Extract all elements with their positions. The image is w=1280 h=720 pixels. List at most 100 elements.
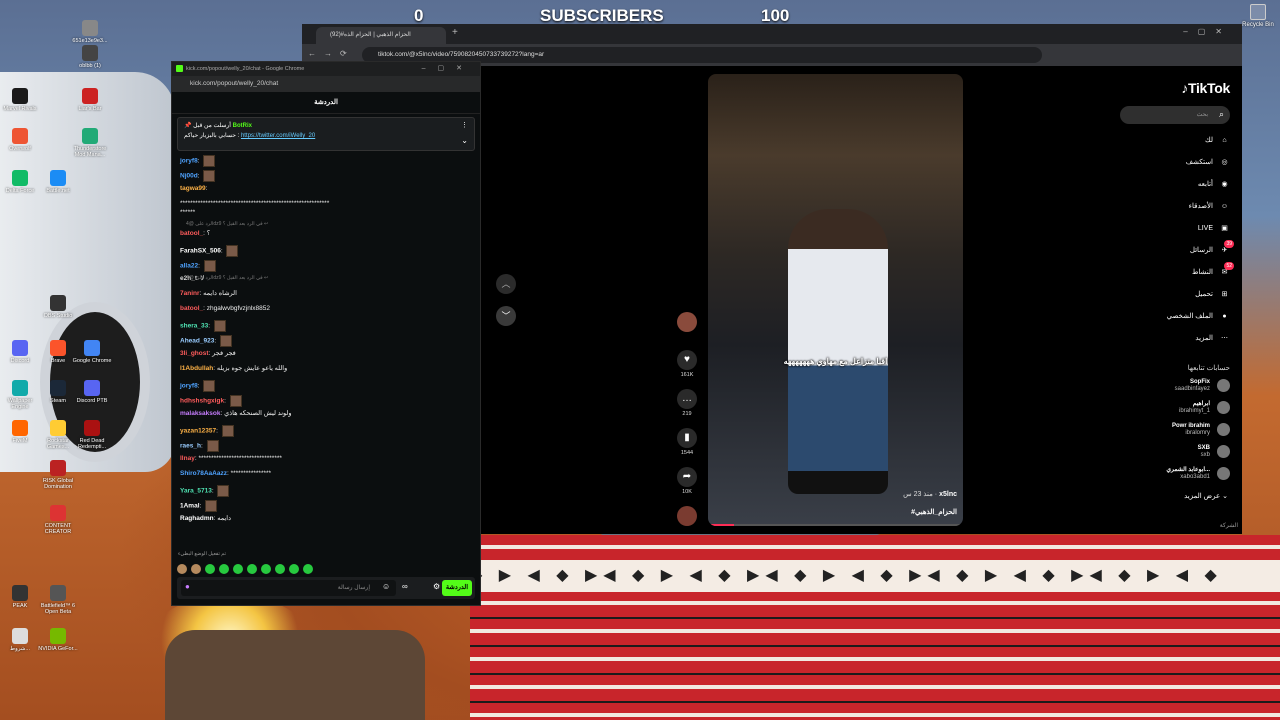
send-chat-button[interactable]: الدردشة	[442, 580, 472, 596]
search-icon[interactable]: ⌕	[1219, 109, 1224, 120]
desktop-icon[interactable]: Marvel Rivals	[0, 88, 40, 112]
sidebar-item[interactable]: الرسائل ✈ 39	[1190, 240, 1234, 258]
emote-icon[interactable]	[275, 564, 285, 574]
chat-username[interactable]: hdhshshgxigk	[180, 398, 224, 405]
browser-tab[interactable]: الحزام الذهبي | الحزام الذه#(92)	[316, 27, 446, 44]
desktop-icon[interactable]: Red Dead Redempti...	[72, 420, 112, 450]
chat-username[interactable]: 7aninr	[180, 290, 200, 297]
author-avatar-button[interactable]	[676, 312, 698, 334]
window-controls-icon[interactable]: –▢✕	[422, 64, 474, 72]
share-button[interactable]: ➦ 10K	[676, 467, 698, 495]
chat-username[interactable]: Nj00d	[180, 173, 198, 180]
desktop-icon[interactable]: Overwolf	[0, 128, 40, 152]
sidebar-item[interactable]: لك ⌂	[1205, 134, 1230, 148]
chat-username[interactable]: yazan12357	[180, 428, 216, 435]
sidebar-item[interactable]: أتابعه ◉	[1198, 178, 1230, 192]
previous-video-button[interactable]: ︿	[496, 274, 516, 294]
desktop-icon[interactable]: Liar's Bar	[70, 88, 110, 112]
new-tab-icon[interactable]: +	[452, 27, 458, 38]
desktop-icon[interactable]: Google Chrome	[72, 340, 112, 364]
desktop-icon[interactable]: Wallpaper Engine	[0, 380, 40, 410]
chat-username[interactable]: 3li_ghost	[180, 350, 209, 357]
mic-icon[interactable]: ●	[185, 582, 190, 591]
following-item[interactable]: SXB sxb	[1198, 445, 1230, 459]
desktop-icon[interactable]: Delta Force	[0, 170, 40, 194]
chat-input[interactable]: إرسال رسالة	[181, 580, 396, 596]
following-item[interactable]: Powr ibrahim ibralomry	[1172, 423, 1230, 437]
emote-icon[interactable]	[247, 564, 257, 574]
desktop-icon[interactable]: PEAK	[0, 585, 40, 609]
chat-username[interactable]: batool_	[180, 305, 203, 312]
emote-icon[interactable]	[233, 564, 243, 574]
search-input[interactable]: بحث	[1120, 106, 1230, 124]
pinned-link[interactable]: https://twitter.com/iWelly_20	[241, 133, 315, 139]
video-progress-bar[interactable]	[708, 524, 963, 526]
like-button[interactable]: ♥ 161K	[676, 350, 698, 378]
video-author[interactable]: منذ 23 س · x5lnc	[903, 490, 957, 498]
desktop-icon[interactable]: Discord PTB	[72, 380, 112, 404]
chat-username[interactable]: joryf8	[180, 158, 198, 165]
next-video-button[interactable]: ﹀	[496, 306, 516, 326]
nav-arrows-icon[interactable]: ←→⟳	[308, 49, 355, 58]
chat-username[interactable]: shera_33	[180, 323, 208, 330]
chat-username[interactable]: joryf8	[180, 383, 198, 390]
chat-url-bar[interactable]: kick.com/popout/welly_20/chat	[172, 76, 480, 92]
more-options-icon[interactable]: ⋮	[461, 121, 468, 129]
emote-icon[interactable]	[205, 564, 215, 574]
emote-icon[interactable]	[219, 564, 229, 574]
desktop-icon[interactable]: شروط...	[0, 628, 40, 652]
chevron-down-icon[interactable]: ⌄	[461, 136, 468, 145]
chat-username[interactable]: llnay	[180, 455, 195, 462]
settings-gear-icon[interactable]: ⚙	[433, 582, 440, 591]
video-hashtag[interactable]: #الحزام_الذهبي	[911, 508, 957, 516]
sidebar-item[interactable]: تحميل ⊞	[1195, 288, 1230, 302]
chat-username[interactable]: raes_h	[180, 443, 201, 450]
emote-icon[interactable]	[303, 564, 313, 574]
emoji-icon[interactable]: ☺	[382, 582, 390, 591]
chat-username[interactable]: batool_	[180, 230, 203, 237]
following-item[interactable]: ابوعابد الشمري... xabo3abd1	[1166, 467, 1230, 481]
following-item[interactable]: SopFix saadbinfayez	[1175, 379, 1230, 393]
video-player[interactable]: اقبا متزاعل مع مهاوي هههههههه منذ 23 س ·…	[708, 74, 963, 526]
chat-username[interactable]: Ahead_923	[180, 338, 214, 345]
chat-username[interactable]: Yara_5713	[180, 488, 212, 495]
following-item[interactable]: ابراهيم ibrahimyt_1	[1179, 401, 1230, 415]
desktop-icon[interactable]: oblbb (1)	[70, 45, 110, 69]
desktop-icon-recycle-bin[interactable]: Recycle Bin	[1240, 4, 1276, 28]
emote-icon[interactable]	[289, 564, 299, 574]
sidebar-item[interactable]: الملف الشخصي ●	[1167, 310, 1230, 324]
desktop-icon[interactable]: NVIDIA GeFor...	[38, 628, 78, 652]
chat-username[interactable]: malaksaksok	[180, 410, 220, 417]
sidebar-item[interactable]: الأصدقاء ☺	[1189, 200, 1230, 214]
sidebar-item[interactable]: النشاط ✉ 52	[1192, 262, 1234, 280]
chat-username[interactable]: Raghadmn	[180, 515, 214, 522]
sidebar-item[interactable]: استكشف ◎	[1186, 156, 1230, 170]
save-button[interactable]: ▮ 1544	[676, 428, 698, 456]
chat-username[interactable]: alla22	[180, 263, 198, 270]
desktop-icon[interactable]: Discord	[0, 340, 40, 364]
desktop-icon[interactable]: OBS Studio	[38, 295, 78, 319]
mod-tools-icon[interactable]: ∞	[402, 582, 408, 591]
desktop-icon[interactable]: Battle.net	[38, 170, 78, 194]
sidebar-item[interactable]: LIVE ▣	[1198, 222, 1230, 236]
comment-button[interactable]: … 219	[676, 389, 698, 417]
desktop-icon[interactable]: Battlefield™ 6 Open Beta	[38, 585, 78, 615]
desktop-icon[interactable]: FiveM	[0, 420, 40, 444]
desktop-icon[interactable]: CONTENT CREATOR	[38, 505, 78, 535]
window-controls-icon[interactable]: –▢✕	[1183, 27, 1232, 36]
music-disc-button[interactable]	[676, 506, 698, 528]
see-more-link[interactable]: عرض المزيد ⌄	[1184, 492, 1228, 500]
chat-username[interactable]: tagwa99	[180, 185, 206, 192]
desktop-icon[interactable]: RISK Global Domination	[38, 460, 78, 490]
tiktok-logo[interactable]: ♪TikTok	[1181, 80, 1230, 96]
chat-username[interactable]: Shiro78AaAazz	[180, 470, 227, 477]
sidebar-item[interactable]: المزيد ⋯	[1195, 332, 1230, 346]
emote-icon[interactable]	[177, 564, 187, 574]
emote-icon[interactable]	[261, 564, 271, 574]
emote-icon[interactable]	[191, 564, 201, 574]
desktop-icon[interactable]: 651e13e9e3...	[70, 20, 110, 44]
desktop-icon[interactable]: Thunderstore Mod Mana...	[70, 128, 110, 158]
chat-username[interactable]: l1Abdullah	[180, 365, 213, 372]
chat-username[interactable]: FarahSX_506	[180, 248, 221, 255]
chat-username[interactable]: 1Amal	[180, 503, 200, 510]
